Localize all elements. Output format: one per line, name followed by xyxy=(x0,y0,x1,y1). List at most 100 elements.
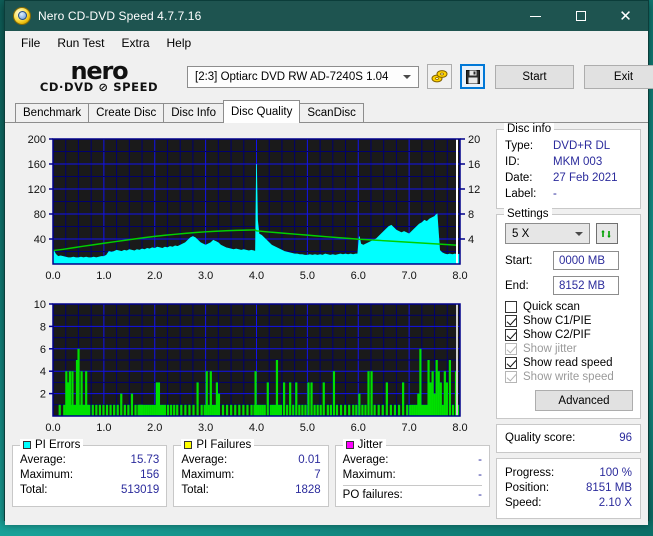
checkbox-show-write-speed: Show write speed xyxy=(505,371,633,383)
disc-speed-icon xyxy=(431,70,448,83)
quick-scan-checkbox-icon xyxy=(505,301,517,313)
svg-text:8.0: 8.0 xyxy=(452,270,467,282)
pi-failures-title: PI Failures xyxy=(196,439,252,451)
tab-scandisc[interactable]: ScanDisc xyxy=(299,103,364,122)
disc-type-row: Type: DVD+R DL xyxy=(505,138,633,154)
start-input[interactable]: 0000 MB xyxy=(553,251,619,270)
jitter-maximum-row: Maximum: - xyxy=(342,468,482,486)
disc-label-value: - xyxy=(553,188,557,200)
svg-text:4: 4 xyxy=(468,234,474,246)
menu-item-file[interactable]: File xyxy=(13,33,49,53)
end-label: End: xyxy=(505,279,529,292)
end-input[interactable]: 8152 MB xyxy=(553,276,619,295)
svg-text:3.0: 3.0 xyxy=(198,422,213,434)
pif-chart: 2 4 6 8 10 0.0 1.0 2.0 3.0 4.0 5.0 6.0 7.0 8.0 xyxy=(12,294,490,440)
jitter-box: Jitter Average: - Maximum: - PO failures… xyxy=(334,439,490,507)
pi-errors-color-swatch xyxy=(23,441,31,449)
progress-row: Progress: 100 % xyxy=(505,466,632,481)
pi-errors-average-row: Average: 15.73 xyxy=(20,453,159,468)
jitter-color-swatch xyxy=(345,441,354,449)
checkbox-quick-scan[interactable]: Quick scan xyxy=(505,301,633,313)
disc-id-value: MKM 003 xyxy=(553,156,603,168)
svg-text:12: 12 xyxy=(468,184,480,196)
tab-disc-quality[interactable]: Disc Quality xyxy=(223,100,301,123)
jitter-title: Jitter xyxy=(357,439,383,451)
drive-select[interactable]: [2:3] Optiarc DVD RW AD-7240S 1.04 xyxy=(187,65,419,88)
app-window: Nero CD-DVD Speed 4.7.7.16 ✕ File Run Te… xyxy=(4,0,653,525)
window-controls: ✕ xyxy=(513,1,648,31)
progress-value: 100 % xyxy=(599,467,632,479)
drive-select-value: [2:3] Optiarc DVD RW AD-7240S 1.04 xyxy=(195,70,389,83)
svg-text:8: 8 xyxy=(40,321,46,333)
quick-scan-label: Quick scan xyxy=(523,301,580,313)
tab-strip: Benchmark Create Disc Disc Info Disc Qua… xyxy=(5,100,648,123)
save-button[interactable] xyxy=(460,64,485,89)
jitter-average-value: - xyxy=(478,454,482,466)
disc-date-label: Date: xyxy=(505,172,533,184)
svg-text:160: 160 xyxy=(28,159,46,171)
svg-text:6.0: 6.0 xyxy=(351,422,366,434)
pi-failures-color-swatch xyxy=(184,441,193,449)
tab-disc-info[interactable]: Disc Info xyxy=(163,103,224,122)
pi-failures-total-label: Total: xyxy=(181,484,209,496)
progress-label: Progress: xyxy=(505,467,555,479)
quality-score-label: Quality score: xyxy=(505,432,576,444)
minimize-button[interactable] xyxy=(513,1,558,31)
svg-text:2: 2 xyxy=(40,389,46,401)
menu-item-extra[interactable]: Extra xyxy=(113,33,158,53)
po-failures-row: PO failures: - xyxy=(343,486,482,503)
disc-type-label: Type: xyxy=(505,140,534,152)
svg-text:8: 8 xyxy=(468,209,474,221)
show-jitter-checkbox-icon xyxy=(505,343,517,355)
charts-column: 40 80 120 160 200 4 8 12 16 20 0.0 1.0 2.0 3.0 4.0 5.0 6… xyxy=(12,129,490,519)
start-button[interactable]: Start xyxy=(495,64,574,89)
pi-errors-legend: PI Errors xyxy=(20,439,84,451)
pi-failures-maximum-label: Maximum: xyxy=(181,469,235,481)
pi-failures-total-value: 1828 xyxy=(295,484,321,496)
disc-id-label: ID: xyxy=(505,156,520,168)
pi-errors-total-label: Total: xyxy=(20,484,48,496)
tab-benchmark[interactable]: Benchmark xyxy=(15,103,90,122)
disc-date-value: 27 Feb 2021 xyxy=(553,172,618,184)
exit-button[interactable]: Exit xyxy=(584,64,653,89)
nero-logo: nero CD·DVD ⊘ SPEED xyxy=(19,59,179,94)
checkbox-show-c1-pie[interactable]: Show C1/PIE xyxy=(505,315,633,327)
pi-errors-maximum-value: 156 xyxy=(140,469,160,481)
show-read-speed-label: Show read speed xyxy=(523,357,613,369)
menu-item-run-test[interactable]: Run Test xyxy=(49,33,113,53)
disc-type-value: DVD+R DL xyxy=(553,140,611,152)
checkbox-show-jitter: Show jitter xyxy=(505,343,633,355)
position-row: Position: 8151 MB xyxy=(505,481,632,496)
svg-text:20: 20 xyxy=(468,134,480,146)
pi-failures-average-row: Average: 0.01 xyxy=(181,453,320,468)
pi-failures-legend: PI Failures xyxy=(181,439,255,451)
settings-title: Settings xyxy=(504,208,552,220)
show-write-speed-label: Show write speed xyxy=(523,371,614,383)
maximize-button[interactable] xyxy=(558,1,603,31)
checkbox-show-read-speed[interactable]: Show read speed xyxy=(505,357,633,369)
refresh-button[interactable] xyxy=(596,223,618,244)
start-input-value: 0000 MB xyxy=(559,254,606,267)
start-label: Start: xyxy=(505,254,533,267)
pi-failures-maximum-row: Maximum: 7 xyxy=(181,468,320,483)
jitter-maximum-label: Maximum: xyxy=(342,469,396,481)
pie-chart: 40 80 120 160 200 4 8 12 16 20 0.0 1.0 2.0 3.0 4.0 5.0 6… xyxy=(12,129,490,289)
checkbox-show-c2-pif[interactable]: Show C2/PIF xyxy=(505,329,633,341)
position-value: 8151 MB xyxy=(585,482,632,494)
close-button[interactable]: ✕ xyxy=(603,1,648,31)
speed-select[interactable]: 5 X xyxy=(505,223,590,244)
disc-date-row: Date: 27 Feb 2021 xyxy=(505,170,633,186)
pi-errors-maximum-row: Maximum: 156 xyxy=(20,468,159,483)
menu-item-help[interactable]: Help xyxy=(159,33,201,53)
window-title: Nero CD-DVD Speed 4.7.7.16 xyxy=(38,9,202,23)
svg-text:6.0: 6.0 xyxy=(351,270,366,282)
svg-text:6: 6 xyxy=(40,344,46,356)
svg-text:3.0: 3.0 xyxy=(198,270,213,282)
jitter-average-row: Average: - xyxy=(343,453,482,468)
statistics-row: PI Errors Average: 15.73 Maximum: 156 To… xyxy=(12,439,490,507)
advanced-button[interactable]: Advanced xyxy=(535,390,633,411)
pi-errors-total-value: 513019 xyxy=(120,484,160,496)
disc-info-button[interactable] xyxy=(427,64,452,89)
tab-create-disc[interactable]: Create Disc xyxy=(88,103,165,122)
chevron-down-icon xyxy=(403,74,411,79)
